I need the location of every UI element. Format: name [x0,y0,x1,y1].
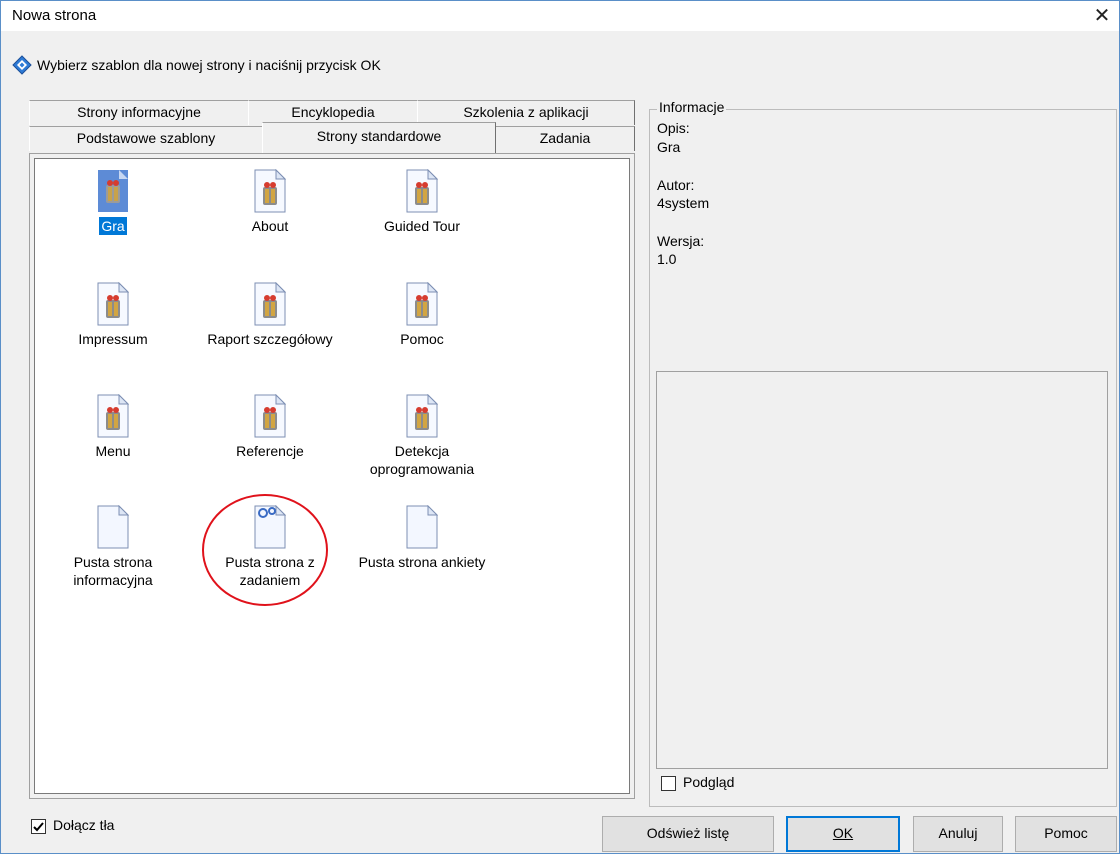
template-label: Impressum [78,331,148,347]
page-icon [406,282,438,326]
tab-label: Encyklopedia [291,104,375,120]
template-label-line2: oprogramowania [369,461,475,477]
template-label: Pomoc [400,331,444,347]
template-item-menu[interactable]: Menu [38,394,188,460]
page-icon [254,169,286,213]
template-item-about[interactable]: About [195,169,345,235]
diamond-info-icon [12,55,32,75]
author-value: 4system [657,195,710,211]
description-value: Gra [657,139,681,155]
page-icon [254,282,286,326]
template-label: Detekcja oprogramowania [368,442,476,478]
include-backgrounds-label: Dołącz tła [53,817,115,833]
template-item-gra[interactable]: Gra [38,169,188,235]
page-icon [97,394,129,438]
author-label: Autor: [657,177,695,193]
version-label: Wersja: [657,233,705,249]
preview-label: Podgląd [683,774,735,790]
tab-label: Strony standardowe [316,128,442,144]
template-label: Referencje [236,443,304,459]
refresh-list-button[interactable]: Odśwież listę [602,816,774,852]
page-icon [406,169,438,213]
tab-strony-informacyjne[interactable]: Strony informacyjne [29,100,249,125]
template-item-guided-tour[interactable]: Guided Tour [347,169,497,235]
template-list[interactable]: Gra About Guided Tour Impressum Raport s… [34,158,630,794]
template-label: Raport szczegółowy [207,331,333,347]
button-label: Anuluj [938,825,978,841]
template-label: Gra [99,217,127,235]
button-label: Odśwież listę [646,825,730,841]
version-value: 1.0 [657,251,677,267]
button-label: OK [832,825,854,841]
include-backgrounds-checkbox[interactable] [31,819,46,834]
window-title: Nowa strona [12,7,97,24]
dialog-window: Nowa strona ✕ Wybierz szablon dla nowej … [0,0,1120,854]
template-label-line2: informacyjna [73,572,153,588]
page-icon [254,394,286,438]
preview-area [656,371,1108,769]
preview-checkbox[interactable] [661,776,676,791]
template-label: Guided Tour [383,218,460,234]
tab-panel: Gra About Guided Tour Impressum Raport s… [29,153,635,799]
page-icon [406,394,438,438]
template-item-pomoc[interactable]: Pomoc [347,282,497,348]
close-button[interactable]: ✕ [1085,1,1119,31]
tab-label: Szkolenia z aplikacji [463,104,589,120]
ok-button[interactable]: OK [786,816,900,852]
blank-page-icon [97,505,129,549]
template-item-referencje[interactable]: Referencje [195,394,345,460]
template-label-line1: Pusta strona [73,554,153,570]
template-label: Pusta strona ankiety [358,554,486,570]
template-label-line1: Detekcja [394,443,450,459]
page-icon [97,282,129,326]
template-item-pusta-strona-informacyjna[interactable]: Pusta strona informacyjna [38,505,188,589]
template-label: Menu [95,443,131,459]
tab-label: Zadania [539,130,591,146]
template-label: Pusta strona informacyjna [71,553,154,589]
red-circle-annotation [202,494,328,606]
blank-page-icon [406,505,438,549]
cancel-button[interactable]: Anuluj [913,816,1003,852]
checkmark-icon [33,822,44,832]
info-legend: Informacje [657,99,727,115]
tab-strony-standardowe[interactable]: Strony standardowe [262,122,496,153]
template-item-pusta-strona-ankiety[interactable]: Pusta strona ankiety [347,505,497,571]
template-item-raport-szczegolowy[interactable]: Raport szczegółowy [195,282,345,348]
template-item-detekcja-oprogramowania[interactable]: Detekcja oprogramowania [347,394,497,478]
tab-zadania[interactable]: Zadania [495,126,635,151]
title-bar: Nowa strona ✕ [1,1,1119,31]
template-item-impressum[interactable]: Impressum [38,282,188,348]
button-label: Pomoc [1044,825,1088,841]
description-label: Opis: [657,120,690,136]
tab-label: Strony informacyjne [77,104,201,120]
template-label: About [251,218,289,234]
tab-podstawowe-szablony[interactable]: Podstawowe szablony [29,126,263,151]
help-button[interactable]: Pomoc [1015,816,1117,852]
game-page-icon [98,170,128,212]
tab-label: Podstawowe szablony [76,130,216,146]
instruction-text: Wybierz szablon dla nowej strony i naciś… [37,57,381,73]
